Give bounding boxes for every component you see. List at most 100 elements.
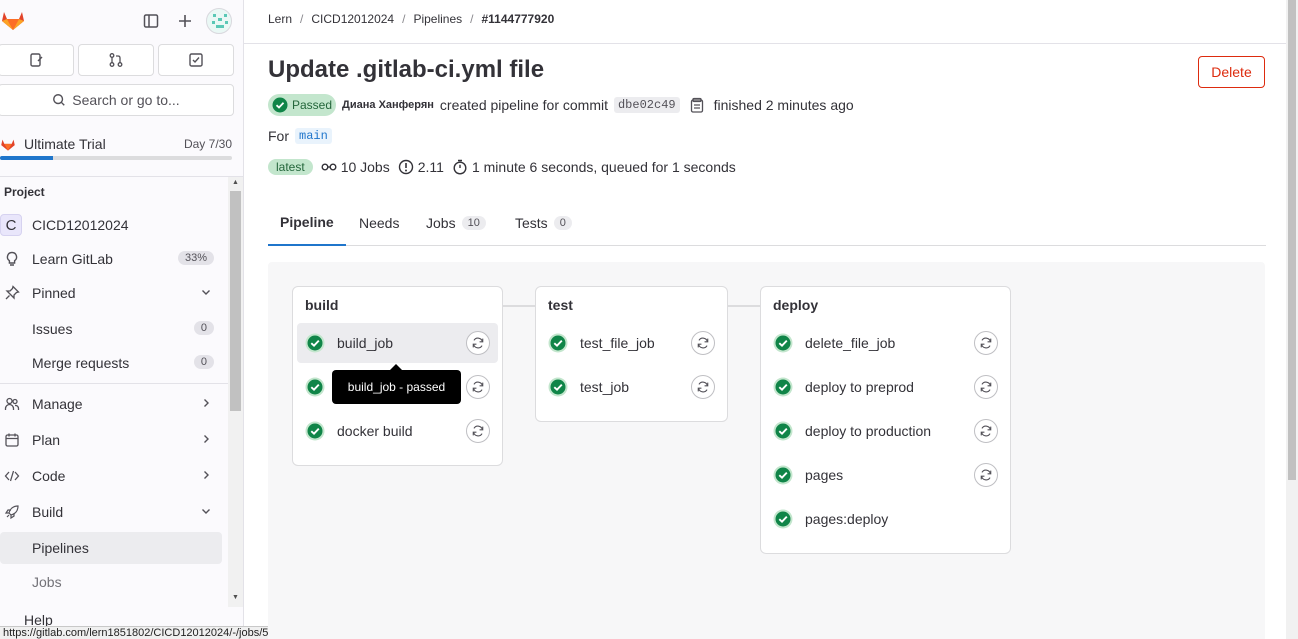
tab-label: Tests bbox=[515, 214, 548, 231]
stage-title: test bbox=[548, 297, 573, 313]
status-success-icon bbox=[773, 465, 793, 485]
retry-job-button[interactable] bbox=[974, 419, 998, 443]
search-button[interactable]: Search or go to... bbox=[0, 84, 234, 116]
sidebar: Search or go to... Ultimate Trial Day 7/… bbox=[0, 0, 244, 639]
retry-job-button[interactable] bbox=[974, 331, 998, 355]
user-avatar[interactable] bbox=[206, 8, 232, 34]
breadcrumb-pipelines[interactable]: Pipelines bbox=[413, 12, 462, 26]
branch-ref[interactable]: main bbox=[295, 128, 332, 144]
chevron-right-icon bbox=[200, 396, 212, 412]
trial-widget[interactable]: Ultimate Trial Day 7/30 bbox=[0, 130, 236, 164]
sidebar-item-plan[interactable]: Plan bbox=[0, 424, 222, 456]
retry-icon bbox=[472, 337, 484, 349]
breadcrumb-lern[interactable]: Lern bbox=[268, 12, 292, 26]
trial-progress-fill bbox=[0, 156, 54, 160]
retry-icon bbox=[980, 381, 992, 393]
sidebar-item-manage[interactable]: Manage bbox=[0, 388, 222, 420]
retry-job-button[interactable] bbox=[466, 331, 490, 355]
sidebar-item-jobs[interactable]: Jobs bbox=[0, 566, 222, 598]
job-item[interactable]: delete_file_job bbox=[765, 323, 1006, 363]
copy-sha-button[interactable] bbox=[690, 97, 704, 113]
commit-sha[interactable]: dbe02c49 bbox=[613, 97, 680, 113]
job-name: deploy to production bbox=[805, 423, 932, 439]
issues-icon bbox=[30, 53, 43, 67]
job-item[interactable]: test_job bbox=[540, 367, 723, 407]
tab-jobs[interactable]: Jobs 10 bbox=[414, 200, 498, 245]
app-root: Search or go to... Ultimate Trial Day 7/… bbox=[0, 0, 1298, 639]
assigned-issues-button[interactable] bbox=[0, 44, 74, 76]
users-icon bbox=[4, 396, 20, 412]
todo-list-button[interactable] bbox=[158, 44, 234, 76]
job-name: build_job bbox=[337, 335, 394, 351]
retry-job-button[interactable] bbox=[974, 463, 998, 487]
breadcrumb-project[interactable]: CICD12012024 bbox=[311, 12, 394, 26]
scroll-down-icon[interactable]: ▼ bbox=[232, 594, 239, 601]
sidebar-item-code[interactable]: Code bbox=[0, 460, 222, 492]
delete-button[interactable]: Delete bbox=[1198, 56, 1265, 88]
merge-requests-button[interactable] bbox=[78, 44, 154, 76]
copy-icon bbox=[690, 97, 703, 113]
merge-request-icon bbox=[109, 53, 123, 67]
search-label: Search or go to... bbox=[72, 92, 180, 108]
breadcrumb-pipeline-id[interactable]: #1144777920 bbox=[482, 12, 555, 26]
status-badge[interactable]: Passed bbox=[268, 94, 337, 116]
retry-job-button[interactable] bbox=[691, 375, 715, 399]
trial-name: Ultimate Trial bbox=[24, 136, 106, 152]
tab-count: 10 bbox=[461, 215, 486, 230]
pipeline-stats-row: latest 10 Jobs 2.11 1 minute 6 seconds, … bbox=[268, 157, 736, 177]
author-name[interactable]: Диана Ханферян bbox=[342, 99, 434, 111]
sidebar-item-issues[interactable]: Issues 0 bbox=[0, 313, 222, 345]
retry-job-button[interactable] bbox=[974, 375, 998, 399]
job-item[interactable]: docker build bbox=[297, 411, 498, 451]
job-item[interactable]: pages bbox=[765, 455, 1006, 495]
page-scroll-thumb[interactable] bbox=[1288, 0, 1296, 480]
stage-connector bbox=[728, 305, 760, 307]
retry-job-button[interactable] bbox=[691, 331, 715, 355]
pipelines-label: Pipelines bbox=[32, 540, 89, 556]
tab-needs[interactable]: Needs bbox=[347, 200, 411, 245]
sidebar-item-build[interactable]: Build bbox=[0, 496, 222, 528]
job-item[interactable]: test_file_job bbox=[540, 323, 723, 363]
sidebar-top-bar bbox=[0, 0, 243, 42]
sidebar-item-learn-gitlab[interactable]: Learn GitLab 33% bbox=[0, 243, 222, 275]
sidebar-scrollbar[interactable]: ▲ ▼ bbox=[228, 177, 243, 607]
pipeline-ref-row: For main bbox=[268, 128, 332, 144]
sidebar-item-project[interactable]: C CICD12012024 bbox=[0, 209, 222, 241]
created-text: created pipeline for commit bbox=[439, 97, 608, 113]
chevron-down-icon bbox=[200, 285, 212, 301]
merge-requests-count: 0 bbox=[193, 355, 214, 369]
page-scrollbar[interactable] bbox=[1286, 0, 1298, 639]
breadcrumb: Lern / CICD12012024 / Pipelines / #11447… bbox=[268, 12, 554, 26]
finished-text: finished 2 minutes ago bbox=[713, 97, 854, 113]
tab-count: 0 bbox=[553, 215, 572, 230]
breadcrumb-separator: / bbox=[470, 12, 474, 26]
manage-label: Manage bbox=[32, 396, 83, 412]
sidebar-item-pinned[interactable]: Pinned bbox=[0, 277, 222, 309]
create-new-button[interactable] bbox=[174, 10, 196, 32]
job-item[interactable]: deploy to production bbox=[765, 411, 1006, 451]
plan-label: Plan bbox=[32, 432, 61, 448]
rocket-icon bbox=[4, 504, 20, 520]
sidebar-item-pipelines[interactable]: Pipelines bbox=[0, 532, 222, 564]
scroll-up-icon[interactable]: ▲ bbox=[232, 179, 239, 186]
retry-job-button[interactable] bbox=[466, 375, 490, 399]
job-name: docker build bbox=[337, 423, 413, 439]
breadcrumb-separator: / bbox=[300, 12, 304, 26]
retry-job-button[interactable] bbox=[466, 419, 490, 443]
job-item[interactable]: deploy to preprod bbox=[765, 367, 1006, 407]
learn-gitlab-label: Learn GitLab bbox=[32, 251, 113, 267]
trial-gitlab-icon bbox=[1, 139, 15, 151]
job-tooltip: build_job - passed bbox=[332, 364, 461, 404]
bulb-icon bbox=[4, 251, 20, 267]
job-item[interactable]: build_job bbox=[297, 323, 498, 363]
collapse-sidebar-button[interactable] bbox=[140, 10, 162, 32]
sidebar-scroll-thumb[interactable] bbox=[230, 191, 241, 411]
search-icon bbox=[53, 94, 66, 106]
tab-tests[interactable]: Tests 0 bbox=[503, 200, 584, 245]
job-name: delete_file_job bbox=[805, 335, 896, 351]
tab-pipeline[interactable]: Pipeline bbox=[268, 200, 346, 246]
latest-badge: latest bbox=[268, 159, 313, 175]
gitlab-logo-icon[interactable] bbox=[0, 8, 26, 32]
job-item[interactable]: pages:deploy bbox=[765, 499, 1006, 539]
sidebar-item-merge-requests[interactable]: Merge requests 0 bbox=[0, 347, 222, 379]
